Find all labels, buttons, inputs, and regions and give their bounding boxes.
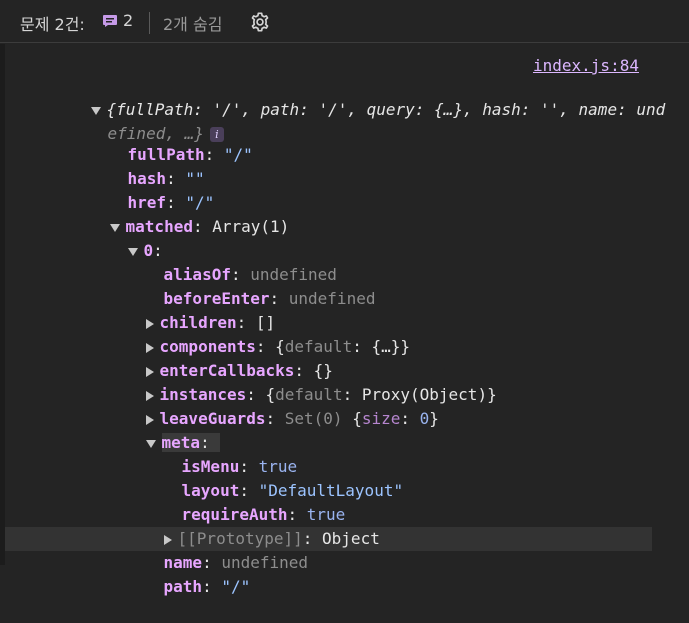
inner-value: {…} xyxy=(371,337,401,356)
prop-value: Array(1) xyxy=(212,217,290,236)
toolbar-divider xyxy=(149,12,150,34)
prop-path: path: "/" xyxy=(163,577,251,596)
inner-key: size xyxy=(361,409,401,428)
source-link[interactable]: index.js:84 xyxy=(533,56,639,75)
prop-value: "/" xyxy=(221,577,251,596)
prop-value: Object xyxy=(322,529,380,548)
prop-value: "/" xyxy=(223,145,253,164)
issues-label: 문제 2건: xyxy=(20,15,85,34)
prop-value: undefined xyxy=(288,289,376,308)
hidden-count-label: 2개 숨김 xyxy=(163,15,223,34)
console-output: index.js:84 {fullPath: '/', path: '/', q… xyxy=(0,44,689,596)
prop-prefix: Set(0) xyxy=(284,409,343,428)
prop-key: path xyxy=(163,577,203,596)
console-gutter xyxy=(0,44,5,565)
inner-value: 0 xyxy=(419,409,430,428)
gear-icon[interactable] xyxy=(249,11,271,33)
message-icon[interactable] xyxy=(103,15,117,27)
message-count[interactable]: 2 xyxy=(123,11,133,30)
issues-toolbar: 문제 2건: 2 2개 숨김 xyxy=(0,0,689,43)
